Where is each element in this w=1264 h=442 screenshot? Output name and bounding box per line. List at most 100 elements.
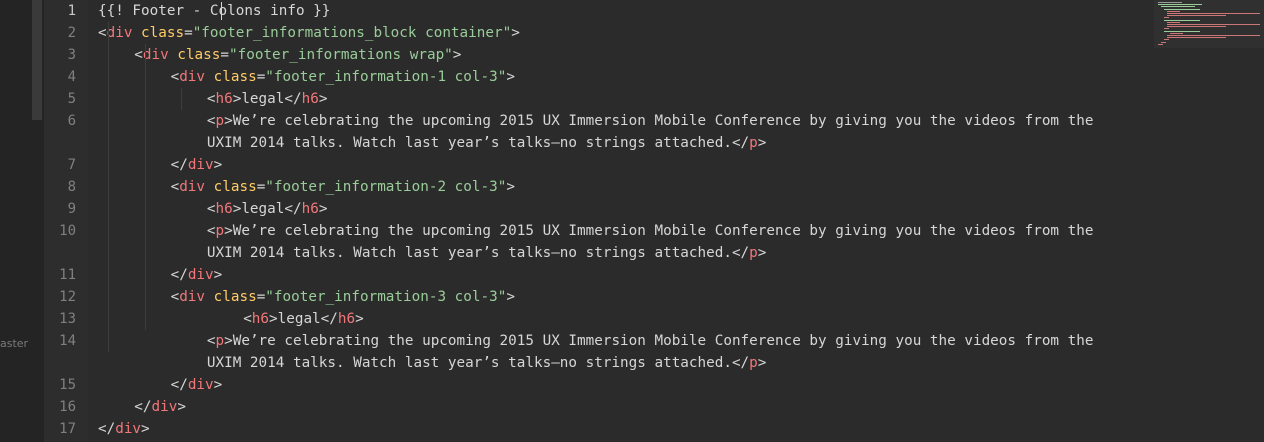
code-line[interactable]: <h6>legal</h6> xyxy=(207,88,328,110)
token-punct: = xyxy=(256,179,266,195)
token-tag: p xyxy=(749,135,758,151)
token-attr: class xyxy=(213,179,257,195)
code-line[interactable]: </div> xyxy=(98,418,150,440)
token-tag: div xyxy=(179,179,206,195)
code-line[interactable]: UXIM 2014 talks. Watch last year’s talks… xyxy=(207,352,767,374)
code-line[interactable]: <div class="footer_information-2 col-3"> xyxy=(171,176,515,198)
token-punct: > xyxy=(224,333,233,349)
sidebar-branch-label: aster xyxy=(0,337,29,350)
line-number: 17 xyxy=(59,421,76,437)
token-punct: > xyxy=(506,69,515,85)
token-tag: p xyxy=(749,245,758,261)
editor-window: aster 1 2 3 4 5 6 7 8 9 10 11 12 13 14 15 16 17 {{! Foot… xyxy=(0,0,1264,442)
token-punct: > xyxy=(506,179,515,195)
token-punct: = xyxy=(256,69,266,85)
line-number: 7 xyxy=(67,157,76,173)
token-punct xyxy=(205,179,214,195)
minimap-line xyxy=(1170,32,1183,34)
token-punct: < xyxy=(206,201,216,217)
token-punct: > xyxy=(355,311,364,327)
token-punct: > xyxy=(318,201,328,217)
code-line[interactable]: <p>We’re celebrating the upcoming 2015 U… xyxy=(207,220,1094,242)
token-punct: < xyxy=(170,179,180,195)
token-tag: div xyxy=(179,289,206,305)
token-punct: > xyxy=(506,289,515,305)
token-punct: < xyxy=(206,223,216,239)
minimap-line xyxy=(1164,17,1170,19)
token-txt: legal xyxy=(241,91,285,107)
token-punct: < xyxy=(134,47,143,63)
token-txt: We’re celebrating the upcoming 2015 UX I… xyxy=(232,223,1094,239)
token-punct: > xyxy=(177,399,186,415)
line-number: 4 xyxy=(67,69,76,85)
token-tag: div xyxy=(142,47,169,63)
line-number: 15 xyxy=(59,377,76,393)
minimap-line xyxy=(1164,8,1200,10)
line-number: 11 xyxy=(59,267,76,283)
token-punct: > xyxy=(224,113,233,129)
code-line[interactable]: </div> xyxy=(171,264,223,286)
token-punct xyxy=(132,25,141,41)
token-str: "footer_informations wrap" xyxy=(229,47,453,63)
code-line[interactable]: <div class="footer_informations_block co… xyxy=(98,22,520,44)
code-line[interactable]: UXIM 2014 talks. Watch last year’s talks… xyxy=(207,242,767,264)
indent-guide xyxy=(180,88,182,110)
token-txt: We’re celebrating the upcoming 2015 UX I… xyxy=(232,113,1094,129)
code-line[interactable]: <div class="footer_information-1 col-3"> xyxy=(171,66,515,88)
code-line[interactable]: <div class="footer_informations wrap"> xyxy=(134,44,461,66)
token-tag: p xyxy=(215,113,225,129)
token-str: "footer_information-2 col-3" xyxy=(265,179,507,195)
token-txt: UXIM 2014 talks. Watch last year’s talks… xyxy=(206,135,732,151)
code-line[interactable]: <h6>legal</h6> xyxy=(243,308,364,330)
token-tag: p xyxy=(749,355,758,371)
token-punct: > xyxy=(757,245,767,261)
code-line[interactable]: <p>We’re celebrating the upcoming 2015 U… xyxy=(207,330,1094,352)
minimap[interactable] xyxy=(1154,0,1264,48)
sidebar-scrollbar[interactable] xyxy=(32,0,42,120)
token-punct: > xyxy=(213,377,223,393)
code-line[interactable]: </div> xyxy=(134,396,186,418)
token-tag: div xyxy=(179,69,206,85)
token-punct: > xyxy=(757,135,767,151)
token-tag: p xyxy=(215,333,225,349)
minimap-line xyxy=(1167,21,1180,23)
token-txt: legal xyxy=(241,201,285,217)
token-attr: class xyxy=(141,25,185,41)
token-tag: h6 xyxy=(251,311,270,327)
code-line[interactable]: <div class="footer_information-3 col-3"> xyxy=(171,286,515,308)
token-punct: </ xyxy=(170,267,188,283)
token-punct xyxy=(205,289,214,305)
minimap-line xyxy=(1158,4,1203,6)
token-tag: h6 xyxy=(337,311,356,327)
token-punct: </ xyxy=(320,311,338,327)
line-number-gutter[interactable]: 1 2 3 4 5 6 7 8 9 10 11 12 13 14 15 16 17 xyxy=(44,0,88,442)
token-punct: </ xyxy=(731,355,750,371)
token-str: "footer_information-1 col-3" xyxy=(265,69,507,85)
token-punct: < xyxy=(170,69,180,85)
token-punct: </ xyxy=(284,91,302,107)
token-punct: < xyxy=(206,333,216,349)
line-number: 6 xyxy=(67,113,76,129)
line-number: 3 xyxy=(67,47,76,63)
file-sidebar[interactable]: aster xyxy=(0,0,44,442)
line-number: 13 xyxy=(59,311,76,327)
token-punct: < xyxy=(206,113,216,129)
minimap-line xyxy=(1167,10,1180,12)
token-tag: h6 xyxy=(215,201,233,217)
minimap-line xyxy=(1164,28,1170,30)
code-line[interactable]: <p>We’re celebrating the upcoming 2015 U… xyxy=(207,110,1094,132)
token-txt: We’re celebrating the upcoming 2015 UX I… xyxy=(232,333,1094,349)
code-line[interactable]: </div> xyxy=(171,374,223,396)
line-number: 2 xyxy=(67,25,76,41)
code-line[interactable]: </div> xyxy=(171,154,223,176)
line-number: 12 xyxy=(59,289,76,305)
token-punct: = xyxy=(220,47,229,63)
token-punct: > xyxy=(224,223,233,239)
token-punct: < xyxy=(206,91,216,107)
code-line[interactable]: <h6>legal</h6> xyxy=(207,198,328,220)
code-area[interactable]: {{! Footer - Colons info }} <div class="f… xyxy=(88,0,1144,442)
code-line[interactable]: {{! Footer - Colons info }} xyxy=(98,0,330,22)
code-line[interactable]: UXIM 2014 talks. Watch last year’s talks… xyxy=(207,132,767,154)
token-punct: > xyxy=(318,91,328,107)
token-punct: = xyxy=(184,25,193,41)
